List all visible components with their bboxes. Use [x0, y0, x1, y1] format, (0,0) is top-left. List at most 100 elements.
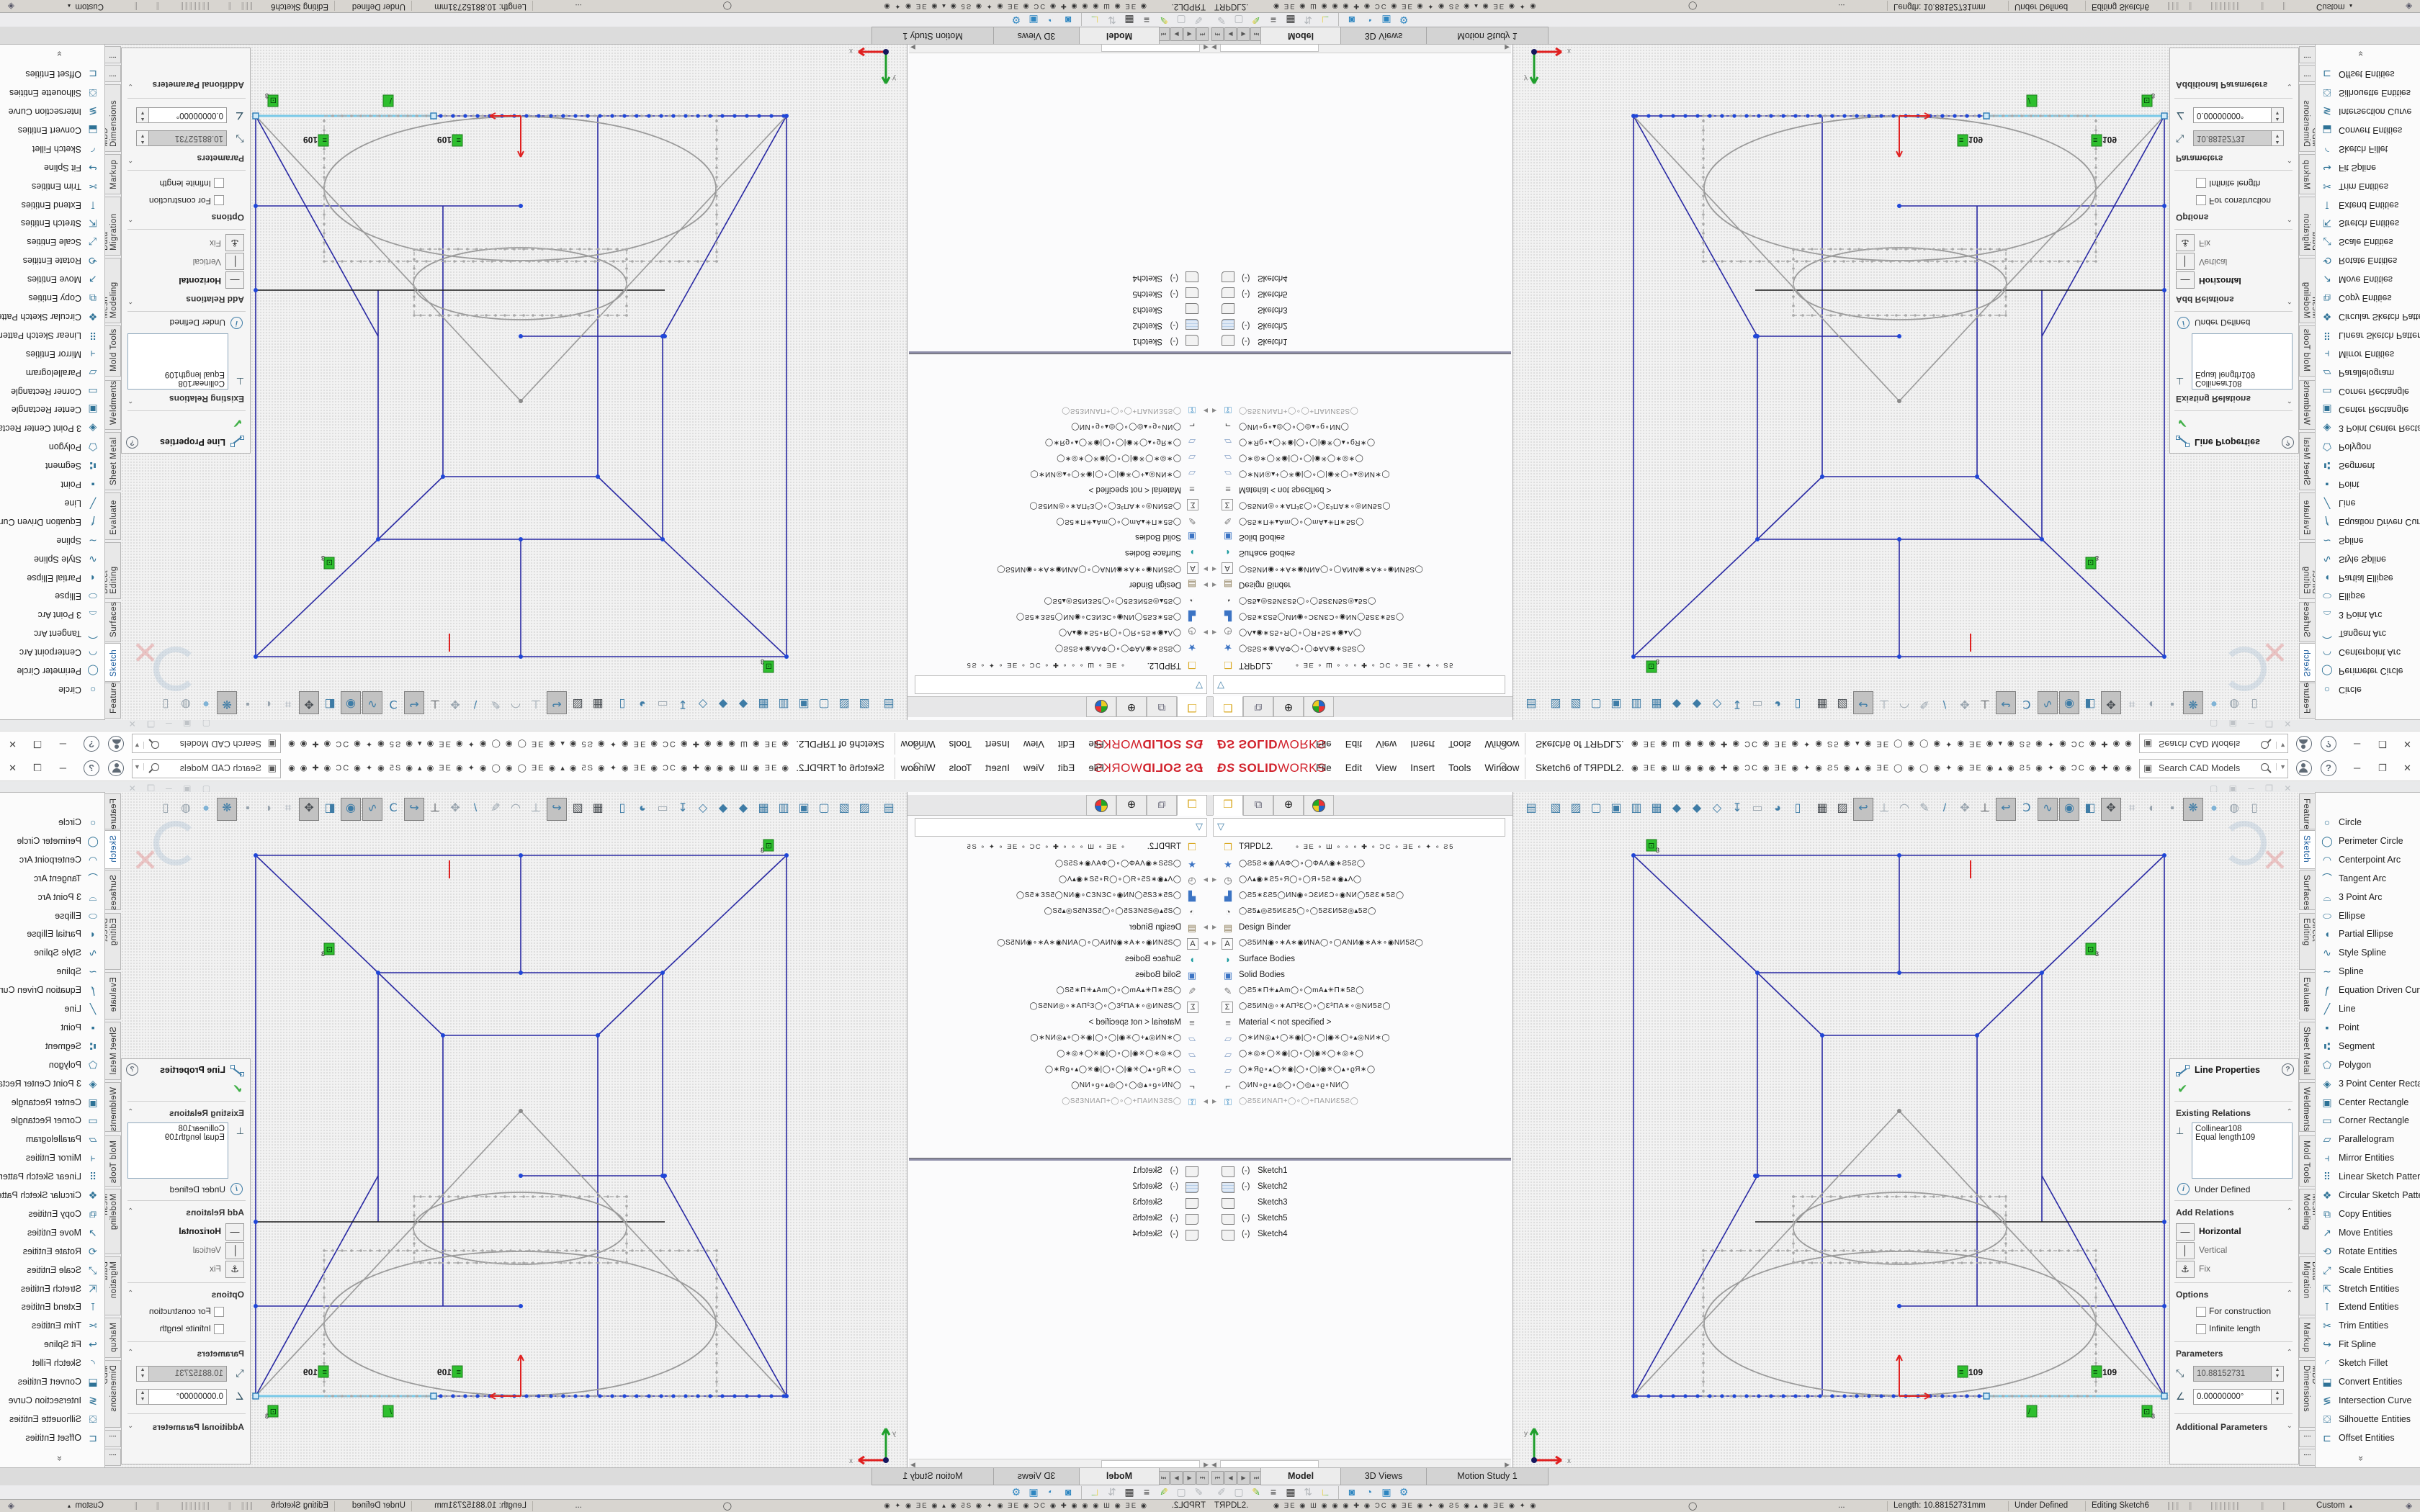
tab-nav-icon[interactable]: ⏮ [1211, 1471, 1224, 1485]
quick-access-toolbar[interactable]: ◉ ƎE ◉ Ш ◉ ◉ ◉ ✚ ◉ ƆC ◉ ƎE ◉ ✦ ◉ Ƨ5 ◉ ▴ … [1631, 739, 2136, 749]
relations-listbox[interactable]: Collinear108 Equal length109 [127, 333, 228, 390]
tree-row[interactable]: ▶▤Design Binder [1210, 576, 1511, 592]
bottom-toolbar-icon[interactable]: ▦ [1282, 13, 1299, 27]
tree-row[interactable]: Σ◯Ƨ5ИN◎∘∗ΑΠ³Ɛ◯∘◯Ɛ³ΠΑ∗∘◎NИ5Ƨ◯ [909, 497, 1210, 513]
menu-view[interactable]: View [1372, 737, 1400, 751]
toolbar-icon[interactable]: ◇ [1708, 693, 1726, 714]
display-manager-tab[interactable] [1086, 795, 1116, 816]
menu-item-corner-rectangle[interactable]: ▭Corner Rectangle [0, 1111, 104, 1130]
toolbar-icon[interactable]: ▢ [815, 798, 833, 819]
tree-row[interactable]: ◗Surface Bodies [909, 952, 1210, 968]
additional-parameters-header[interactable]: Additional Parameters [2176, 80, 2267, 90]
menu-item-circular-sketch-pattern[interactable]: ❖Circular Sketch Pattern [2316, 1186, 2420, 1205]
tree-row[interactable]: ★◯Ƨ5Ƨ∗◉ΛΑΦ◯∘◯ΦΑΛ◉∗Ƨ5Ƨ◯ [1210, 639, 1511, 655]
toolbar-icon[interactable]: ● [197, 693, 215, 714]
add-relations-header[interactable]: Add Relations [186, 1207, 244, 1218]
tree-row[interactable]: Σ◯Ƨ5ИN◎∘∗ΑΠ³Ɛ◯∘◯Ɛ³ΠΑ∗∘◎NИ5Ƨ◯ [1210, 999, 1511, 1015]
bottom-toolbar-icon[interactable]: ⇅ [1103, 1485, 1121, 1499]
menu-item-partial-ellipse[interactable]: ◖Partial Ellipse [0, 924, 104, 943]
menu-item-3-point-center-recta-[interactable]: ◈3 Point Center Recta... [2316, 1074, 2420, 1093]
length-field[interactable]: 10.88152731 [2193, 130, 2272, 146]
command-tab-features[interactable]: Features [2299, 793, 2316, 829]
toolbar-icon[interactable]: ◍ [176, 798, 195, 819]
menu-item-circular-sketch-pattern[interactable]: ❖Circular Sketch Pattern [2316, 307, 2420, 326]
toolbar-icon[interactable]: ◍ [176, 693, 195, 714]
tab-nav-buttons[interactable]: ⏮◀▶⏭ [1211, 1470, 1263, 1485]
command-tab-mold-tools[interactable]: Mold Tools [2299, 1135, 2316, 1187]
command-tab-mesh-modeling[interactable]: Mesh Modeling [2299, 258, 2316, 323]
menu-item-intersection-curve[interactable]: ≶Intersection Curve [2316, 1391, 2420, 1410]
bottom-toolbar-icon[interactable]: ▣ [1025, 1485, 1042, 1499]
toolbar-icon[interactable]: ❋ [2183, 691, 2203, 714]
tree-row-sketch3[interactable]: Sketch3 [1210, 301, 1511, 317]
toolbar-icon[interactable]: ▣ [1607, 798, 1626, 819]
tree-row-sketch1[interactable]: (-)Sketch1 [1210, 1164, 1511, 1179]
toolbar-icon[interactable]: ▯ [2245, 693, 2264, 714]
bottom-toolbar-icon[interactable]: ✐ [1190, 1485, 1207, 1499]
command-tab-surfaces[interactable]: Surfaces [104, 602, 121, 642]
toolbar-icon[interactable]: ✥ [299, 798, 319, 821]
tree-row[interactable]: ✎◯Ƨ5∗Π✳▴Αm◯∘◯mΑ▴✳Π∗5Ƨ◯ [909, 984, 1210, 999]
property-manager-tab[interactable]: ⧉ [1243, 795, 1273, 816]
toolbar-icon[interactable]: ❋ [217, 798, 237, 821]
menu-tools[interactable]: Tools [946, 737, 976, 751]
toolbar-icon[interactable]: ● [2205, 693, 2223, 714]
toolbar-icon[interactable]: ▤ [1522, 693, 1541, 714]
toolbar-icon[interactable]: ∿ [2038, 798, 2058, 821]
toolbar-icon[interactable]: ▦ [754, 798, 773, 819]
toolbar-icon[interactable]: ▦ [1813, 798, 1832, 819]
menu-item-fit-spline[interactable]: ↪Fit Spline [2316, 158, 2420, 177]
menu-item-3-point-center-recta-[interactable]: ◈3 Point Center Recta... [2316, 419, 2420, 438]
tree-row[interactable]: ▶◷◯Λ▴◉∗Ƨ5∘Я◯∘◯Я∘5Ƨ∗◉▴Λ◯ [1210, 873, 1511, 888]
property-manager-tab[interactable]: ⧉ [1147, 795, 1177, 816]
toolbar-icon[interactable]: ▤ [879, 693, 898, 714]
menu-item-circular-sketch-pattern[interactable]: ❖Circular Sketch Pattern [0, 307, 104, 326]
toolbar-icon[interactable]: ▥ [1627, 693, 1646, 714]
menu-edit[interactable]: Edit [1342, 761, 1366, 775]
toolbar-icon[interactable]: ▢ [1587, 798, 1605, 819]
infinite-length-checkbox[interactable] [214, 178, 224, 188]
bottom-toolbar-icon[interactable]: ✎ [1155, 13, 1173, 27]
tree-row[interactable]: ★◯Ƨ5Ƨ∗◉ΛΑΦ◯∘◯ΦΑΛ◉∗Ƨ5Ƨ◯ [909, 857, 1210, 873]
angle-spinner[interactable]: ▲▼ [136, 107, 149, 123]
tree-row[interactable]: ⌐◯ИN∘ϱ∘▴◎◯∘◯◎▴∘ϱ∘NИ◯ [909, 418, 1210, 433]
menu-item-perimeter-circle[interactable]: ◯Perimeter Circle [2316, 662, 2420, 680]
toolbar-icon[interactable]: ▨ [568, 693, 587, 714]
length-spinner[interactable]: ▲▼ [136, 1366, 149, 1382]
options-header[interactable]: Options [2176, 1290, 2208, 1300]
relation-item[interactable]: Collinear108 [2195, 1125, 2289, 1133]
menu-item-spline[interactable]: ∼Spline [0, 962, 104, 981]
toolbar-icon[interactable]: ▢ [1587, 693, 1605, 714]
bottom-toolbar-icon[interactable]: ◙ [1059, 13, 1077, 27]
help-button[interactable]: ? [84, 736, 99, 752]
menu-item-point[interactable]: ▪Point [0, 475, 104, 494]
toolbar-icon[interactable]: ✥ [299, 691, 319, 714]
toolbar-icon[interactable]: ✎ [1915, 798, 1934, 819]
toolbar-icon[interactable]: ◕ [633, 693, 652, 714]
menu-item-partial-ellipse[interactable]: ◖Partial Ellipse [0, 569, 104, 588]
menu-item-sketch-fillet[interactable]: ◜Sketch Fillet [0, 1354, 104, 1372]
menu-item-convert-entities[interactable]: ⬓Convert Entities [2316, 1372, 2420, 1391]
tree-row[interactable]: ▟◯Ƨ5∗ƐƧ5◯ИN◉∘ƆƐИƐƆ∘◉NИ◯5ƧƐ∗5Ƨ◯ [909, 608, 1210, 624]
command-tab-surfaces[interactable]: Surfaces [2299, 870, 2316, 910]
tab-3d-views[interactable]: 3D Views [1340, 27, 1427, 44]
command-tab-mbd-dimensions[interactable]: MBD Dimensions [104, 1360, 121, 1428]
relation-item[interactable]: Equal length109 [131, 1133, 225, 1142]
command-tab-markup[interactable]: Markup [104, 1318, 121, 1358]
toolbar-icon[interactable]: ▨ [1833, 798, 1852, 819]
menu-more-chevron[interactable]: » [53, 51, 64, 56]
existing-relations-header[interactable]: Existing Relations [2176, 394, 2251, 404]
toolbar-icon[interactable]: ∿ [362, 691, 382, 714]
command-tab-weldments[interactable]: Weldments [2299, 380, 2316, 430]
tree-row-sketch1[interactable]: (-)Sketch1 [909, 1164, 1210, 1179]
toolbar-icon[interactable]: ▯ [1788, 693, 1807, 714]
menu-item-segment[interactable]: ⑆Segment [2316, 1037, 2420, 1056]
existing-relations-header[interactable]: Existing Relations [169, 394, 244, 404]
for-construction-checkbox[interactable] [214, 1307, 224, 1317]
menu-item-circle[interactable]: ○Circle [0, 813, 104, 832]
bottom-toolbar-icon[interactable]: ✎ [1155, 1485, 1173, 1499]
menu-item-perimeter-circle[interactable]: ◯Perimeter Circle [2316, 832, 2420, 850]
menu-item-fit-spline[interactable]: ↪Fit Spline [2316, 1335, 2420, 1354]
bottom-toolbar-icon[interactable]: ≡ [1265, 13, 1282, 27]
toolbar-icon[interactable]: ⊥ [526, 693, 545, 714]
